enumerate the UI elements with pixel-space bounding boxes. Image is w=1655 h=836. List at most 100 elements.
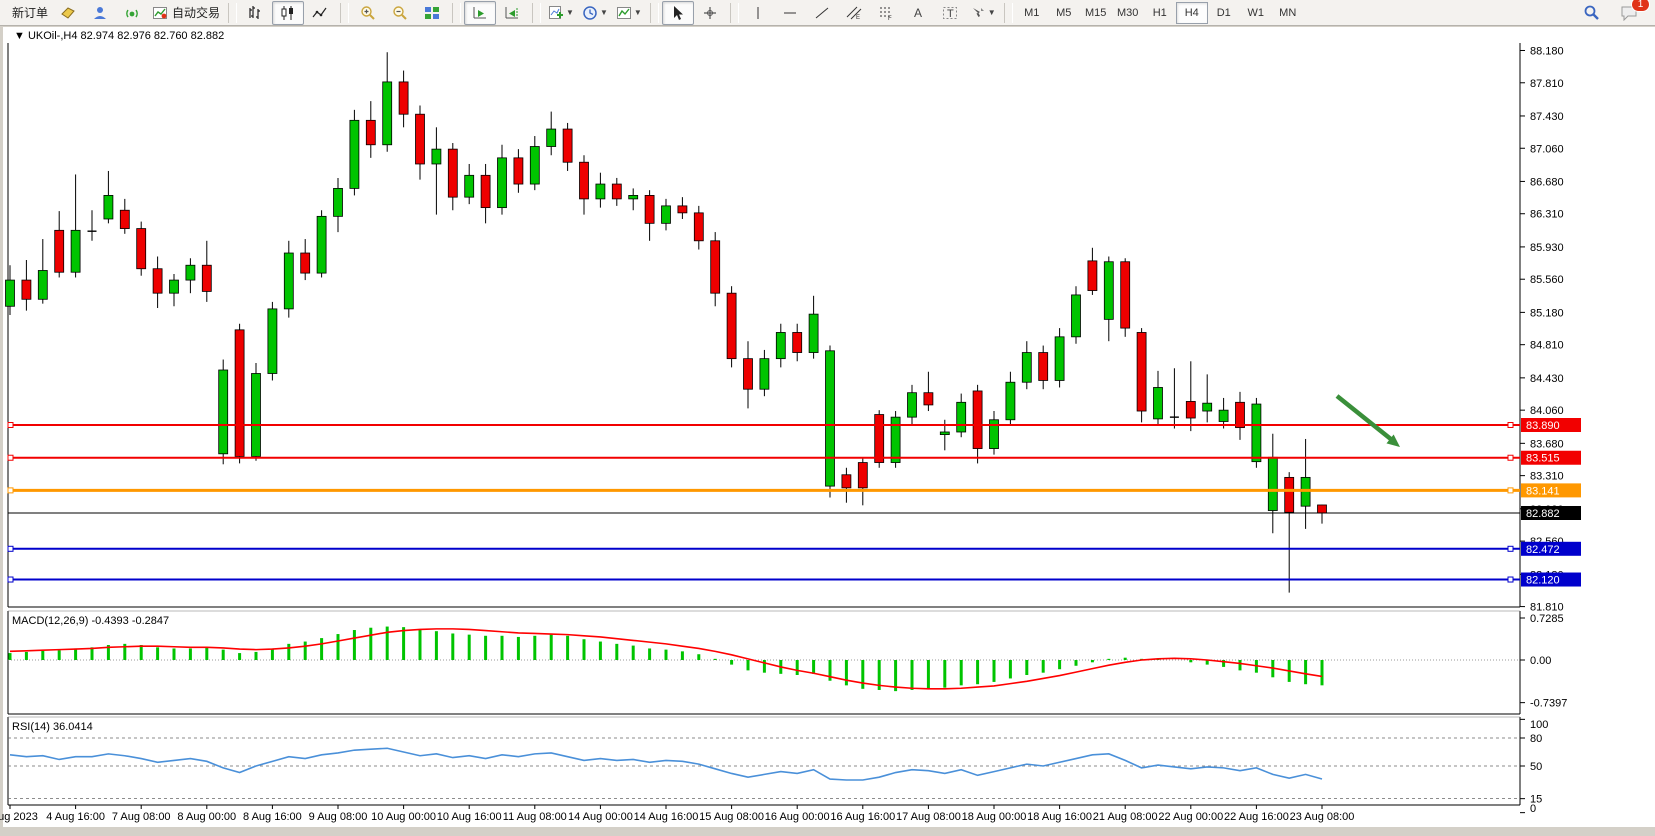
tf-M1-button[interactable]: M1 bbox=[1016, 2, 1048, 24]
price-tick-label: 85.560 bbox=[1530, 274, 1564, 286]
line-handle[interactable] bbox=[8, 455, 13, 460]
candle bbox=[842, 475, 851, 488]
time-tick-label: 22 Aug 16:00 bbox=[1224, 811, 1289, 823]
arrows-button[interactable]: ▼ bbox=[966, 1, 1000, 25]
candle bbox=[826, 351, 835, 486]
tf-M30-button[interactable]: M30 bbox=[1112, 2, 1144, 24]
line-handle[interactable] bbox=[8, 488, 13, 493]
tf-W1-button[interactable]: W1 bbox=[1240, 2, 1272, 24]
candle bbox=[514, 158, 523, 184]
bars-chart-button[interactable] bbox=[240, 1, 272, 25]
line-handle[interactable] bbox=[1508, 577, 1513, 582]
candle bbox=[6, 280, 15, 306]
candle bbox=[908, 393, 917, 417]
line-handle[interactable] bbox=[1508, 488, 1513, 493]
candle bbox=[350, 120, 359, 188]
vertical-line-button[interactable] bbox=[742, 1, 774, 25]
candle bbox=[186, 265, 195, 280]
candle bbox=[1236, 402, 1245, 427]
time-tick-label: 8 Aug 16:00 bbox=[243, 811, 302, 823]
chart-canvas[interactable]: ▼ UKOil-,H4 82.974 82.976 82.760 82.8828… bbox=[0, 27, 1655, 836]
price-tick-label: 81.810 bbox=[1530, 602, 1564, 614]
candle bbox=[137, 229, 146, 269]
candle bbox=[924, 393, 933, 405]
candle bbox=[252, 373, 261, 456]
toolbar-separator bbox=[228, 3, 237, 23]
time-tick-label: 10 Aug 00:00 bbox=[371, 811, 436, 823]
toolbar-separator bbox=[452, 3, 461, 23]
market-icon[interactable] bbox=[52, 1, 84, 25]
text-button[interactable]: A bbox=[902, 1, 934, 25]
signals-icon[interactable] bbox=[116, 1, 148, 25]
candle bbox=[760, 359, 769, 390]
line-handle[interactable] bbox=[8, 546, 13, 551]
line-handle[interactable] bbox=[8, 577, 13, 582]
time-tick-label: 21 Aug 08:00 bbox=[1093, 811, 1158, 823]
line-chart-button[interactable] bbox=[304, 1, 336, 25]
candles-chart-button[interactable] bbox=[272, 1, 304, 25]
price-tick-label: 87.810 bbox=[1530, 78, 1564, 90]
search-icon[interactable] bbox=[1575, 1, 1607, 25]
line-handle[interactable] bbox=[8, 423, 13, 428]
tf-H1-button[interactable]: H1 bbox=[1144, 2, 1176, 24]
templates-button[interactable]: ▼ bbox=[612, 1, 646, 25]
auto-scroll-button[interactable] bbox=[464, 1, 496, 25]
candle bbox=[793, 332, 802, 352]
chart-shift-button[interactable] bbox=[496, 1, 528, 25]
line-handle[interactable] bbox=[1508, 423, 1513, 428]
candle bbox=[547, 129, 556, 146]
candle bbox=[891, 417, 900, 462]
tf-H4-button[interactable]: H4 bbox=[1176, 2, 1208, 24]
candle bbox=[22, 280, 31, 299]
zoom-in-button[interactable] bbox=[352, 1, 384, 25]
candle bbox=[1268, 457, 1277, 510]
candle bbox=[1318, 505, 1327, 513]
crosshair-button[interactable] bbox=[694, 1, 726, 25]
tile-windows-button[interactable] bbox=[416, 1, 448, 25]
price-tick-label: 84.810 bbox=[1530, 340, 1564, 352]
mql5-profile-icon[interactable] bbox=[84, 1, 116, 25]
equidistant-channel-button[interactable]: E bbox=[838, 1, 870, 25]
candle bbox=[1006, 382, 1015, 420]
candle bbox=[465, 175, 474, 197]
horizontal-line-button[interactable] bbox=[774, 1, 806, 25]
price-badge-label: 83.141 bbox=[1526, 485, 1560, 497]
svg-text:A: A bbox=[914, 6, 922, 20]
candle bbox=[399, 82, 408, 114]
time-tick-label: 7 Aug 08:00 bbox=[112, 811, 171, 823]
candle bbox=[1104, 262, 1113, 320]
tf-M5-button[interactable]: M5 bbox=[1048, 2, 1080, 24]
fibonacci-button[interactable]: F bbox=[870, 1, 902, 25]
candle bbox=[268, 309, 277, 374]
new-chart-button[interactable]: ▼ bbox=[544, 1, 578, 25]
new-order-button[interactable]: 新订单 bbox=[4, 1, 52, 25]
notifications-icon[interactable]: 1 bbox=[1613, 1, 1645, 25]
rsi-axis-label: 80 bbox=[1530, 733, 1542, 745]
price-badge-label: 83.515 bbox=[1526, 453, 1560, 465]
text-label-button[interactable]: T bbox=[934, 1, 966, 25]
tf-MN-button[interactable]: MN bbox=[1272, 2, 1304, 24]
rsi-label: RSI(14) 36.0414 bbox=[12, 721, 93, 733]
trendline-button[interactable] bbox=[806, 1, 838, 25]
autotrading-button[interactable]: 自动交易 bbox=[148, 1, 224, 25]
price-tick-label: 86.680 bbox=[1530, 176, 1564, 188]
candle bbox=[481, 175, 490, 207]
periods-button[interactable]: ▼ bbox=[578, 1, 612, 25]
candle bbox=[694, 213, 703, 241]
new-order-label: 新订单 bbox=[12, 4, 48, 21]
candle bbox=[629, 195, 638, 198]
cursor-button[interactable] bbox=[662, 1, 694, 25]
tf-M15-button[interactable]: M15 bbox=[1080, 2, 1112, 24]
price-tick-label: 84.430 bbox=[1530, 373, 1564, 385]
line-handle[interactable] bbox=[1508, 455, 1513, 460]
candle bbox=[580, 162, 589, 199]
time-tick-label: 22 Aug 00:00 bbox=[1158, 811, 1223, 823]
tf-D1-button[interactable]: D1 bbox=[1208, 2, 1240, 24]
candle bbox=[1088, 261, 1097, 291]
chevron-down-icon: ▼ bbox=[566, 8, 574, 17]
time-tick-label: 4 Aug 2023 bbox=[0, 811, 38, 823]
zoom-out-button[interactable] bbox=[384, 1, 416, 25]
price-tick-label: 86.310 bbox=[1530, 209, 1564, 221]
line-handle[interactable] bbox=[1508, 546, 1513, 551]
price-tick-label: 87.060 bbox=[1530, 143, 1564, 155]
